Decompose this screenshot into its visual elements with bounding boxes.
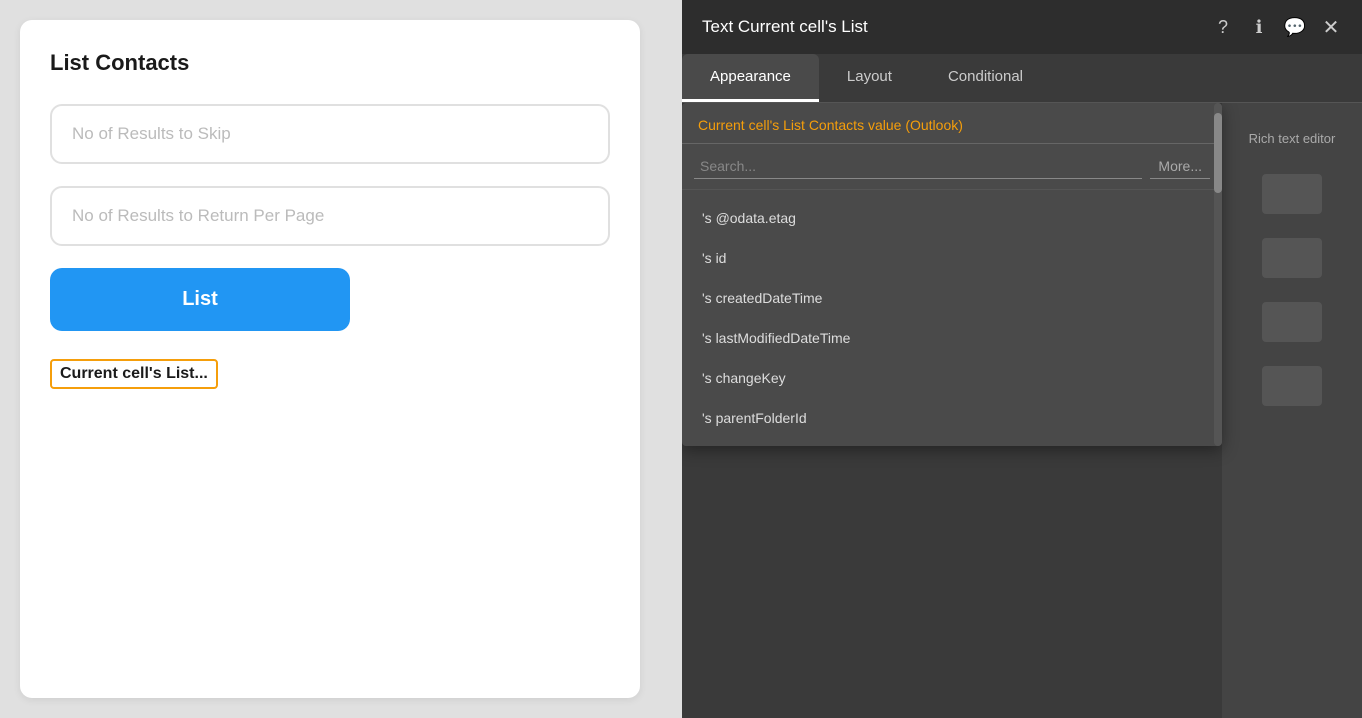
placeholder-box-2: [1262, 238, 1322, 278]
placeholder-box-3: [1262, 302, 1322, 342]
right-panel: Text Current cell's List ? ℹ 💬 ✕ Appeara…: [682, 0, 1362, 718]
panel-title: List Contacts: [50, 50, 610, 76]
dropdown-items: 's @odata.etag 's id 's createdDateTime …: [682, 190, 1222, 446]
left-panel: List Contacts List Current cell's List..…: [20, 20, 640, 698]
dropdown-scrollbar-thumb: [1214, 113, 1222, 193]
return-input[interactable]: [50, 186, 610, 246]
close-icon[interactable]: ✕: [1320, 16, 1342, 38]
dropdown-header: Current cell's List Contacts value (Outl…: [682, 103, 1222, 144]
tabs-row: Appearance Layout Conditional: [682, 54, 1362, 103]
dropdown-more-button[interactable]: More...: [1150, 154, 1210, 179]
panel-header: Text Current cell's List ? ℹ 💬 ✕: [682, 0, 1362, 54]
panel-content: D R T Rich text editor Current cell's Li…: [682, 103, 1362, 718]
dropdown-search-input[interactable]: [694, 154, 1142, 179]
content-right: Rich text editor: [1222, 103, 1362, 718]
tab-conditional[interactable]: Conditional: [920, 54, 1051, 102]
list-button[interactable]: List: [50, 268, 350, 331]
dropdown-item-2[interactable]: 's createdDateTime: [682, 278, 1222, 318]
help-icon[interactable]: ?: [1212, 16, 1234, 38]
skip-input[interactable]: [50, 104, 610, 164]
dropdown-item-1[interactable]: 's id: [682, 238, 1222, 278]
dropdown-item-5[interactable]: 's parentFolderId: [682, 398, 1222, 438]
dropdown-scrollbar[interactable]: [1214, 103, 1222, 446]
tab-appearance[interactable]: Appearance: [682, 54, 819, 102]
comment-icon[interactable]: 💬: [1284, 16, 1306, 38]
panel-header-title: Text Current cell's List: [702, 17, 868, 37]
dropdown-item-0[interactable]: 's @odata.etag: [682, 198, 1222, 238]
header-icons: ? ℹ 💬 ✕: [1212, 16, 1342, 38]
placeholder-box-4: [1262, 366, 1322, 406]
dropdown-search-row: More...: [682, 144, 1222, 190]
rich-text-label: Rich text editor: [1232, 123, 1352, 154]
dropdown-item-4[interactable]: 's changeKey: [682, 358, 1222, 398]
dropdown-overlay: Current cell's List Contacts value (Outl…: [682, 103, 1222, 446]
tab-layout[interactable]: Layout: [819, 54, 920, 102]
current-cell-label[interactable]: Current cell's List...: [50, 359, 218, 389]
info-icon[interactable]: ℹ: [1248, 16, 1270, 38]
dropdown-item-3[interactable]: 's lastModifiedDateTime: [682, 318, 1222, 358]
placeholder-box-1: [1262, 174, 1322, 214]
